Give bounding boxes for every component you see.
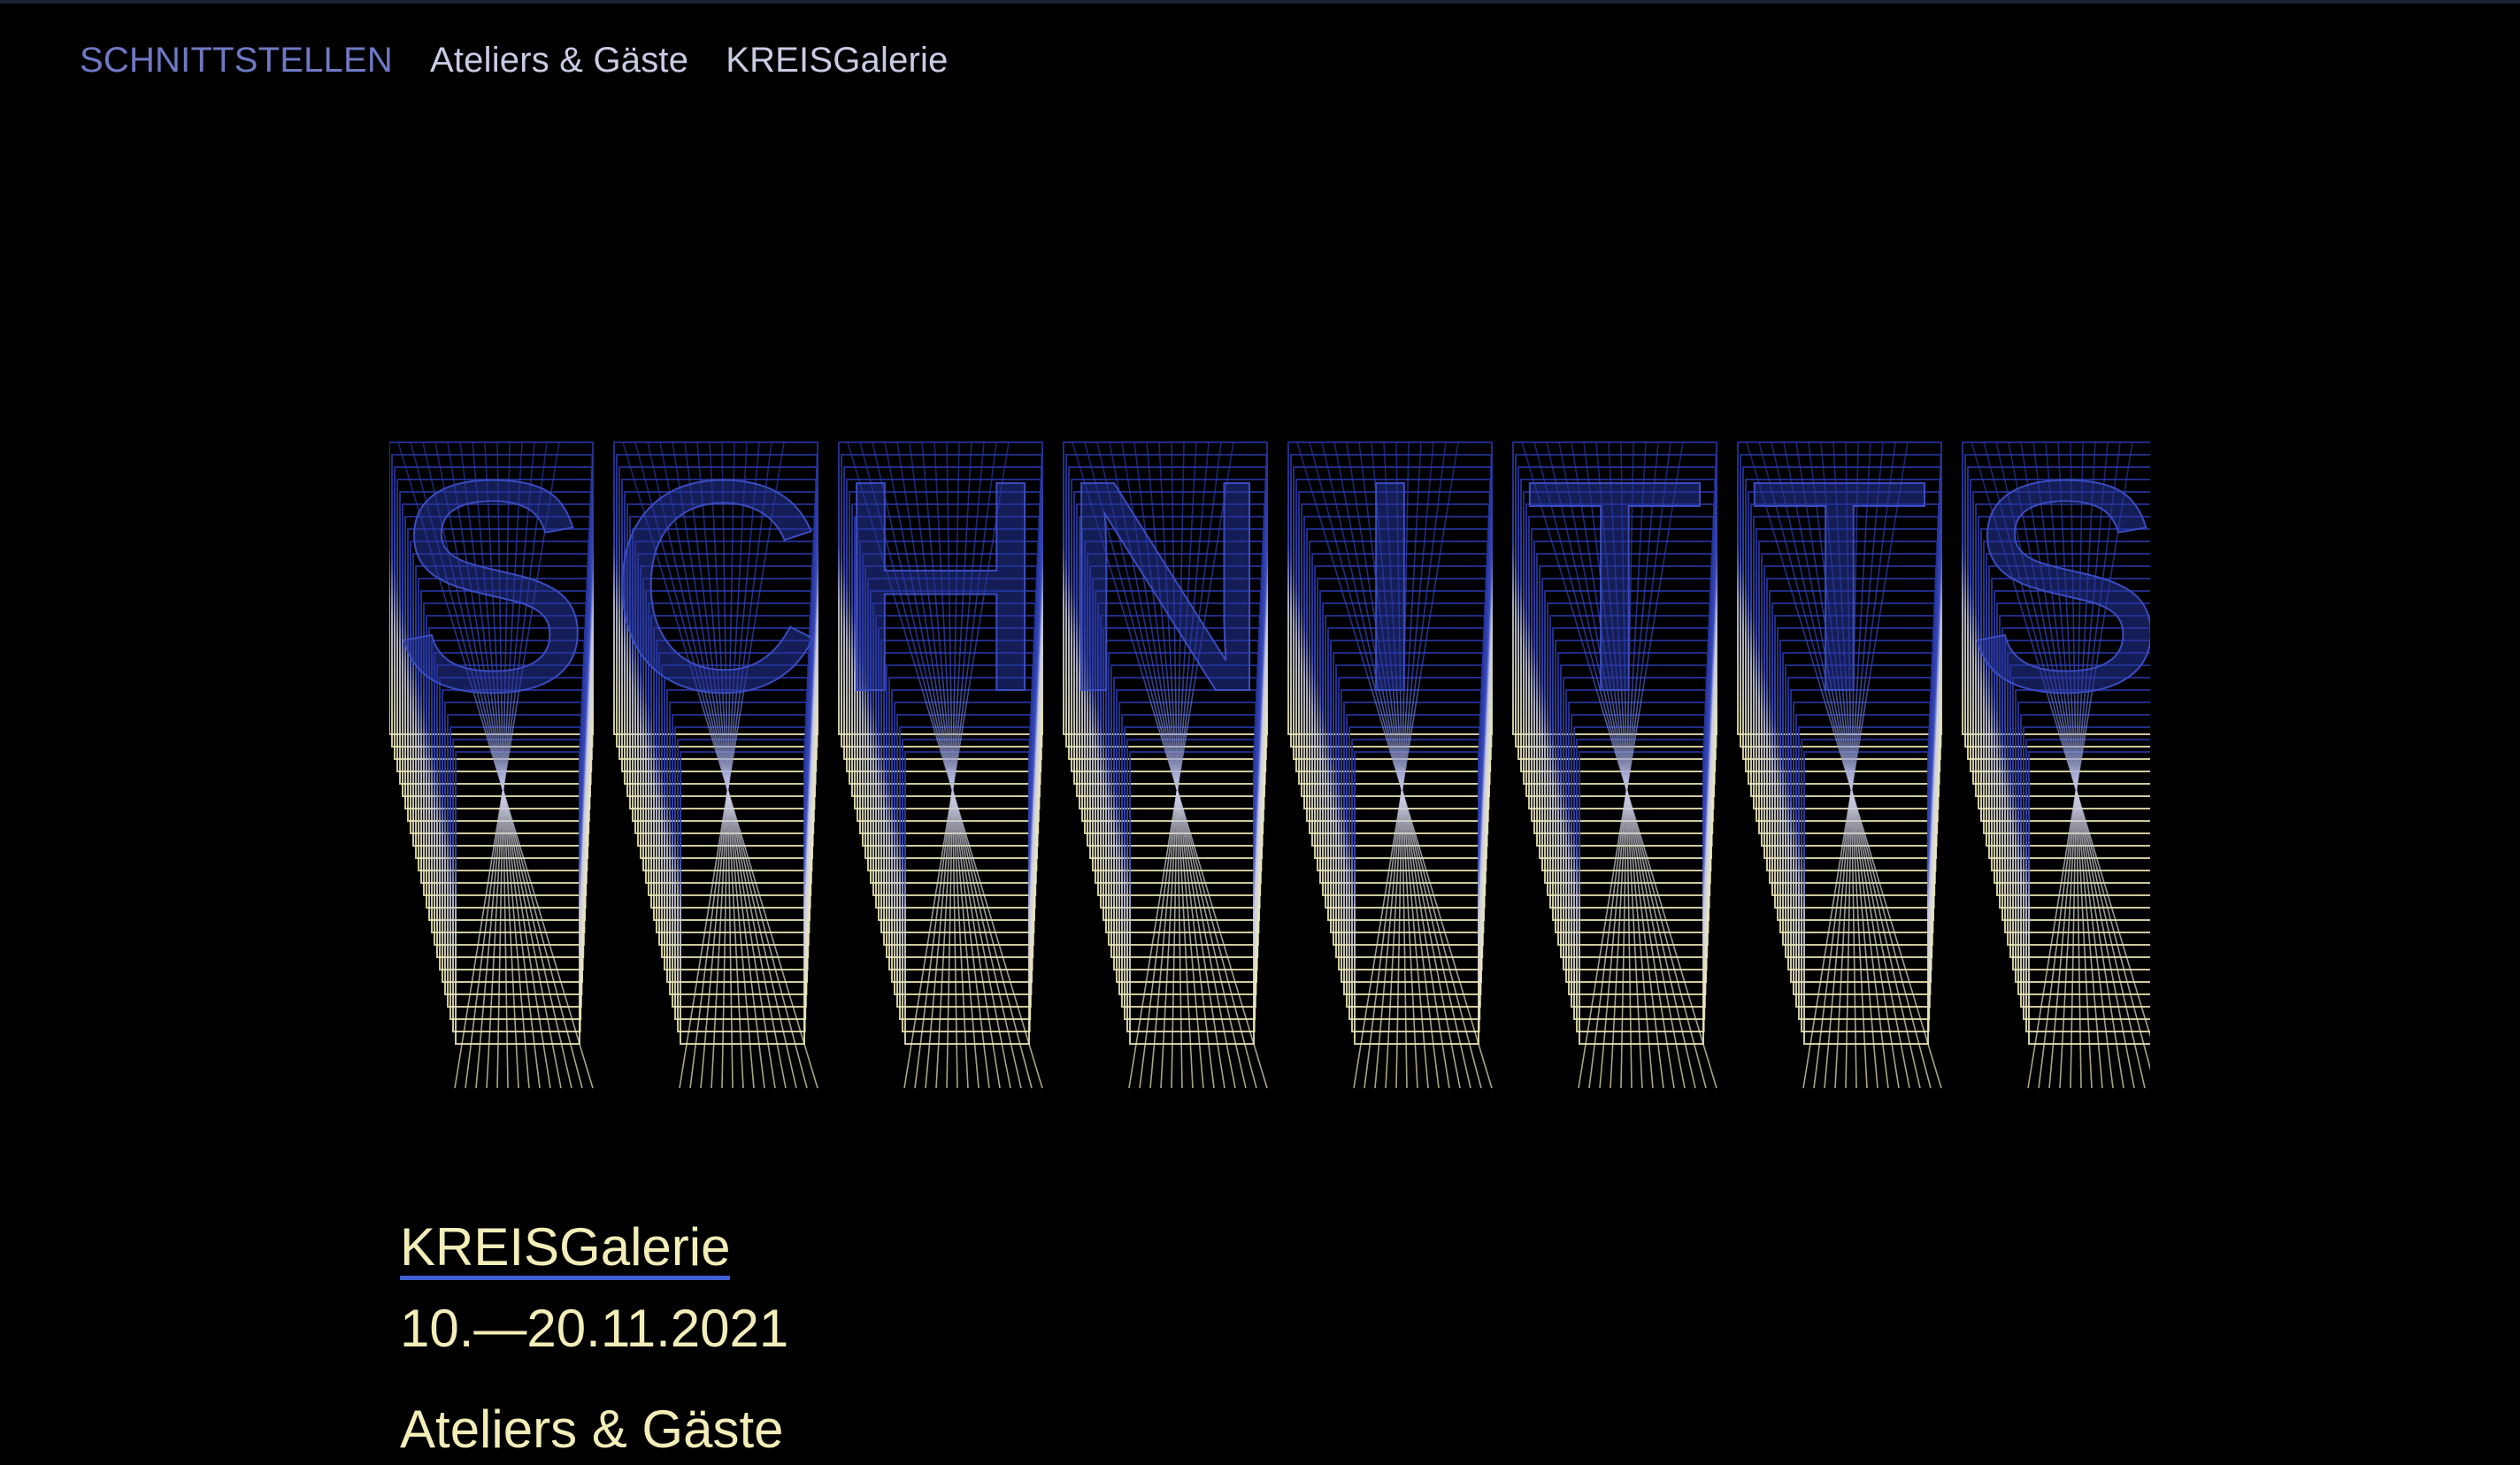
- svg-text:H: H: [832, 433, 1049, 755]
- svg-text:T: T: [1748, 433, 1932, 755]
- hero-letter: T: [1512, 433, 1717, 1089]
- hero-lettering: SCHNITTS: [389, 433, 2150, 1106]
- nav-item-schnittstellen[interactable]: SCHNITTSTELLEN: [80, 37, 393, 83]
- nav-item-kreisgalerie[interactable]: KREISGalerie: [726, 37, 948, 83]
- top-border: [0, 0, 2520, 4]
- svg-text:S: S: [1964, 433, 2150, 755]
- svg-text:T: T: [1523, 433, 1707, 755]
- hero-lettering-artwork: SCHNITTS: [389, 433, 2150, 1089]
- hero-letter: H: [831, 433, 1050, 1089]
- hero-letter: I: [1287, 433, 1493, 1089]
- event-dates: 10.—20.11.2021: [400, 1299, 789, 1358]
- venue-link[interactable]: KREISGalerie: [400, 1219, 731, 1280]
- svg-text:S: S: [391, 433, 592, 755]
- svg-text:C: C: [607, 433, 825, 755]
- hero-letter: S: [389, 433, 594, 1089]
- hero-letter: N: [1056, 433, 1275, 1089]
- main-nav: SCHNITTSTELLEN Ateliers & Gäste KREISGal…: [80, 37, 949, 83]
- event-info: KREISGalerie 10.—20.11.2021 Ateliers & G…: [400, 1212, 788, 1465]
- hero-letter: T: [1737, 433, 1942, 1089]
- hero-letter: C: [606, 433, 826, 1089]
- section-heading-ateliers: Ateliers & Gäste: [400, 1400, 784, 1459]
- nav-item-ateliers-gaeste[interactable]: Ateliers & Gäste: [430, 37, 688, 83]
- hero-letter: S: [1962, 433, 2150, 1089]
- svg-text:N: N: [1056, 433, 1274, 755]
- svg-text:I: I: [1348, 433, 1432, 755]
